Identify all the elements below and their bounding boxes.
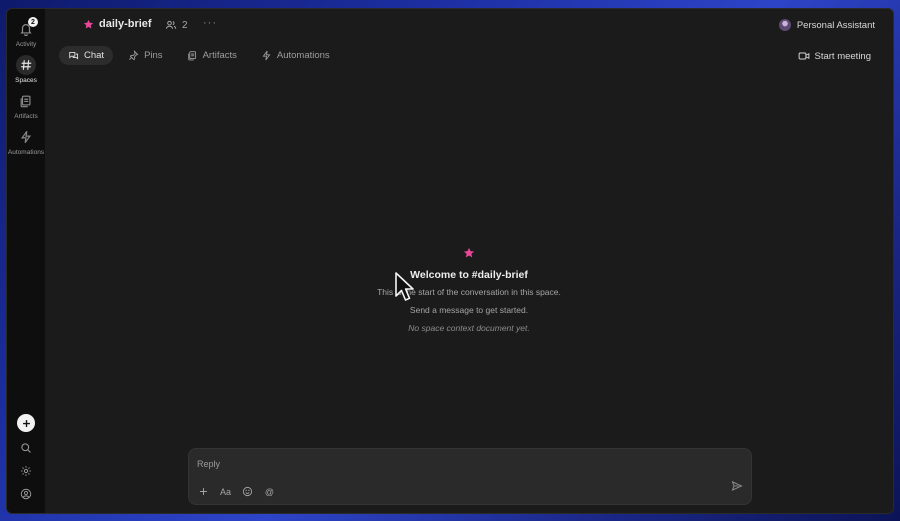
users-icon	[165, 20, 177, 29]
assistant-button[interactable]: Personal Assistant	[778, 19, 875, 31]
tab-label-artifacts: Artifacts	[202, 50, 237, 61]
tab-artifacts[interactable]: Artifacts	[178, 46, 246, 65]
plus-icon	[200, 488, 207, 495]
lightning-icon	[20, 130, 32, 144]
space-tabs: Chat Pins Artifacts Automations	[59, 46, 339, 65]
hash-icon	[21, 60, 32, 70]
rail-label-activity: Activity	[15, 41, 37, 48]
welcome-title: Welcome to #daily-brief	[410, 269, 528, 281]
main-panel: daily-brief 2 ··· Personal Assistant Cha…	[45, 9, 893, 513]
members-button[interactable]: 2	[165, 19, 188, 31]
mouse-pointer-icon	[395, 272, 414, 301]
emoji-button[interactable]	[241, 485, 254, 498]
gear-icon	[21, 466, 31, 476]
pin-icon	[129, 50, 139, 61]
start-meeting-label: Start meeting	[814, 50, 872, 62]
profile-button[interactable]	[7, 488, 45, 500]
context-note: No space context document yet.	[408, 323, 530, 333]
mention-button[interactable]: @	[263, 485, 276, 498]
reply-input[interactable]	[197, 459, 617, 469]
chat-bubbles-icon	[69, 51, 79, 60]
activity-badge: 2	[28, 17, 38, 27]
rail-item-automations[interactable]: Automations	[7, 127, 45, 159]
star-icon	[83, 19, 94, 28]
format-button[interactable]: Aa	[219, 485, 232, 498]
more-options-button[interactable]: ···	[203, 17, 217, 29]
send-icon	[731, 480, 743, 492]
member-count: 2	[182, 19, 188, 31]
welcome-line-1: This is the start of the conversation in…	[377, 287, 561, 297]
tab-pins[interactable]: Pins	[119, 46, 171, 65]
app-window: 2 Activity Spaces Artifacts Automations	[6, 8, 894, 514]
artifacts-icon	[20, 95, 31, 108]
rail-label-spaces: Spaces	[15, 77, 37, 84]
send-button[interactable]	[731, 479, 743, 497]
rail-item-artifacts[interactable]: Artifacts	[7, 91, 45, 123]
composer-toolbar: Aa @	[197, 485, 276, 498]
welcome-line-2: Send a message to get started.	[409, 305, 529, 315]
tab-label-chat: Chat	[84, 50, 105, 61]
search-icon	[21, 443, 31, 453]
settings-button[interactable]	[7, 465, 45, 477]
new-button[interactable]	[7, 414, 45, 432]
rail-item-spaces[interactable]: Spaces	[7, 55, 45, 87]
plus-icon	[22, 419, 30, 427]
empty-state: Welcome to #daily-brief This is the star…	[45, 247, 893, 333]
space-title[interactable]: daily-brief	[83, 18, 152, 30]
lightning-icon	[262, 50, 271, 61]
assistant-avatar	[778, 19, 791, 31]
tab-chat[interactable]: Chat	[59, 46, 114, 65]
nav-rail: 2 Activity Spaces Artifacts Automations	[7, 9, 45, 513]
start-meeting-button[interactable]: Start meeting	[798, 50, 872, 62]
tab-label-automations: Automations	[276, 50, 330, 61]
video-camera-icon	[798, 52, 809, 60]
space-name: daily-brief	[99, 18, 152, 30]
rail-item-activity[interactable]: 2 Activity	[7, 17, 45, 51]
star-icon	[463, 247, 475, 258]
attach-button[interactable]	[197, 485, 210, 498]
smiley-icon	[242, 486, 253, 497]
rail-label-artifacts: Artifacts	[14, 113, 38, 120]
message-composer: Aa @	[188, 448, 752, 505]
user-circle-icon	[20, 488, 32, 500]
artifacts-icon	[187, 51, 196, 61]
tab-label-pins: Pins	[144, 50, 163, 61]
top-bar: daily-brief 2 ··· Personal Assistant	[45, 9, 893, 41]
rail-label-automations: Automations	[7, 149, 45, 156]
tab-automations[interactable]: Automations	[252, 46, 339, 65]
search-button[interactable]	[7, 442, 45, 454]
assistant-name: Personal Assistant	[796, 19, 875, 31]
